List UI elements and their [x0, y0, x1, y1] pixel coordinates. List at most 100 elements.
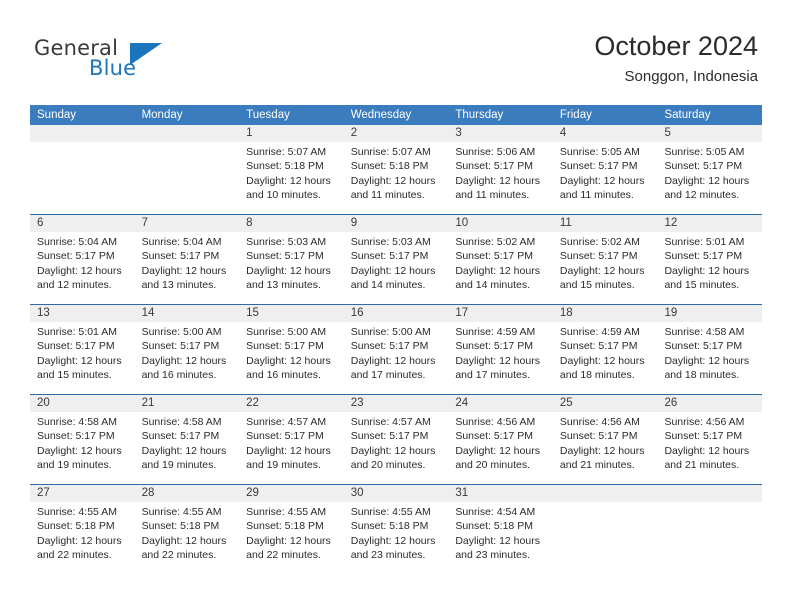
day-number[interactable]: 19 [657, 305, 762, 322]
day-cell[interactable]: Sunrise: 5:03 AM Sunset: 5:17 PM Daylight:… [239, 232, 344, 304]
day-cell[interactable]: Sunrise: 4:59 AM Sunset: 5:17 PM Daylight:… [553, 322, 658, 394]
day-number[interactable]: 5 [657, 125, 762, 142]
day-cell[interactable]: Sunrise: 5:03 AM Sunset: 5:17 PM Daylight:… [344, 232, 449, 304]
day-cell[interactable]: Sunrise: 4:58 AM Sunset: 5:17 PM Daylight:… [657, 322, 762, 394]
day-cell[interactable]: Sunrise: 4:55 AM Sunset: 5:18 PM Daylight:… [30, 502, 135, 574]
day-number[interactable]: 1 [239, 125, 344, 142]
day-number[interactable]: 13 [30, 305, 135, 322]
day-number[interactable]: 28 [135, 485, 240, 502]
day-number[interactable]: 31 [448, 485, 553, 502]
weekday-header-thursday: Thursday [455, 109, 504, 121]
day-detail-line: and 17 minutes. [350, 369, 426, 382]
day-cell[interactable]: Sunrise: 4:57 AM Sunset: 5:17 PM Daylight:… [239, 412, 344, 484]
day-detail-line: Daylight: 12 hours [350, 444, 436, 457]
day-cell[interactable]: Sunrise: 4:56 AM Sunset: 5:17 PM Daylight:… [553, 412, 658, 484]
day-detail-line: and 19 minutes. [246, 459, 321, 472]
day-number[interactable]: 21 [135, 395, 240, 412]
day-detail-line: and 11 minutes. [350, 189, 425, 202]
day-cell[interactable]: Sunrise: 5:04 AM Sunset: 5:17 PM Daylight:… [135, 232, 240, 304]
day-number[interactable]: 3 [448, 125, 553, 142]
day-cell[interactable]: Sunrise: 5:07 AM Sunset: 5:18 PM Daylight:… [239, 142, 344, 214]
day-cell[interactable]: Sunrise: 5:00 AM Sunset: 5:17 PM Daylight:… [239, 322, 344, 394]
day-number[interactable]: 20 [30, 395, 135, 412]
day-detail-line: Daylight: 12 hours [141, 354, 227, 367]
day-number[interactable]: 6 [30, 215, 135, 232]
day-number-empty [30, 125, 135, 142]
day-number[interactable]: 27 [30, 485, 135, 502]
logo-text-blue: Blue [89, 56, 137, 80]
day-cell[interactable]: Sunrise: 4:59 AM Sunset: 5:17 PM Daylight:… [448, 322, 553, 394]
day-number[interactable]: 23 [344, 395, 449, 412]
day-cell[interactable]: Sunrise: 4:56 AM Sunset: 5:17 PM Daylight:… [657, 412, 762, 484]
day-cell[interactable]: Sunrise: 5:02 AM Sunset: 5:17 PM Daylight:… [553, 232, 658, 304]
day-detail-line: Sunset: 5:18 PM [141, 520, 220, 533]
day-cell[interactable]: Sunrise: 5:00 AM Sunset: 5:17 PM Daylight:… [135, 322, 240, 394]
day-number[interactable]: 11 [553, 215, 658, 232]
day-detail-line: Sunset: 5:18 PM [246, 520, 324, 533]
day-cell[interactable]: Sunrise: 5:07 AM Sunset: 5:18 PM Daylight:… [344, 142, 449, 214]
day-number[interactable]: 15 [239, 305, 344, 322]
day-number[interactable]: 24 [448, 395, 553, 412]
day-detail-line: and 22 minutes. [141, 549, 217, 562]
day-cell[interactable]: Sunrise: 4:58 AM Sunset: 5:17 PM Daylight:… [135, 412, 240, 484]
day-cell[interactable]: Sunrise: 5:04 AM Sunset: 5:17 PM Daylight:… [30, 232, 135, 304]
calendar-grid: Sunday Monday Tuesday Wednesday Thursday Frid… [30, 105, 762, 574]
day-detail-line: Daylight: 12 hours [141, 444, 227, 457]
day-detail-line: Daylight: 12 hours [246, 534, 331, 547]
day-detail-line: and 16 minutes. [246, 369, 321, 382]
day-cell[interactable]: Sunrise: 4:55 AM Sunset: 5:18 PM Daylight:… [344, 502, 449, 574]
day-cell[interactable]: Sunrise: 5:01 AM Sunset: 5:17 PM Daylight:… [657, 232, 762, 304]
day-number[interactable]: 7 [135, 215, 240, 232]
day-cell[interactable]: Sunrise: 5:02 AM Sunset: 5:17 PM Daylight:… [448, 232, 553, 304]
day-number[interactable]: 2 [344, 125, 449, 142]
day-detail-line: and 15 minutes. [559, 279, 635, 292]
day-cell[interactable]: Sunrise: 5:05 AM Sunset: 5:17 PM Daylight:… [553, 142, 658, 214]
day-detail-line: and 14 minutes. [455, 279, 531, 292]
day-cell[interactable]: Sunrise: 5:06 AM Sunset: 5:17 PM Daylight:… [448, 142, 553, 214]
day-detail-line: Sunset: 5:18 PM [246, 160, 324, 173]
day-detail-line: Daylight: 12 hours [455, 264, 540, 277]
day-detail-line: Sunrise: 4:58 AM [141, 416, 222, 428]
day-number[interactable]: 16 [344, 305, 449, 322]
day-cell[interactable]: Sunrise: 4:55 AM Sunset: 5:18 PM Daylight:… [239, 502, 344, 574]
day-detail-line: Sunrise: 5:07 AM [350, 146, 431, 158]
day-cell[interactable]: Sunrise: 5:01 AM Sunset: 5:17 PM Daylight:… [30, 322, 135, 394]
day-number[interactable]: 17 [448, 305, 553, 322]
day-detail-line: Sunset: 5:17 PM [559, 340, 638, 353]
day-cell[interactable]: Sunrise: 5:05 AM Sunset: 5:17 PM Daylight:… [657, 142, 762, 214]
day-cell[interactable]: Sunrise: 5:00 AM Sunset: 5:17 PM Daylight:… [344, 322, 449, 394]
day-cell[interactable]: Sunrise: 4:55 AM Sunset: 5:18 PM Daylight:… [135, 502, 240, 574]
day-number[interactable]: 26 [657, 395, 762, 412]
day-detail-line: and 15 minutes. [664, 279, 740, 292]
calendar-week-row: 13 14 15 16 17 18 19 Sunrise: 5:01 AM Sunset: 5:… [30, 304, 762, 394]
day-number[interactable]: 30 [344, 485, 449, 502]
weekday-header-wednesday: Wednesday [350, 109, 412, 121]
day-detail-line: Sunset: 5:17 PM [246, 340, 324, 353]
day-detail-line: Sunrise: 5:03 AM [246, 236, 327, 248]
day-detail-line: Sunset: 5:17 PM [141, 250, 220, 263]
day-number[interactable]: 25 [553, 395, 658, 412]
day-cell[interactable]: Sunrise: 4:54 AM Sunset: 5:18 PM Daylight:… [448, 502, 553, 574]
day-detail-line: Sunrise: 4:59 AM [559, 326, 640, 338]
day-detail-line: Daylight: 12 hours [141, 534, 227, 547]
day-cell[interactable]: Sunrise: 4:58 AM Sunset: 5:17 PM Daylight:… [30, 412, 135, 484]
day-detail-line: Sunrise: 4:59 AM [455, 326, 536, 338]
day-detail-line: Sunset: 5:17 PM [246, 250, 324, 263]
day-number[interactable]: 22 [239, 395, 344, 412]
day-number[interactable]: 14 [135, 305, 240, 322]
day-detail-line: Sunset: 5:17 PM [455, 340, 533, 353]
day-number[interactable]: 29 [239, 485, 344, 502]
day-number[interactable]: 9 [344, 215, 449, 232]
day-detail-line: Daylight: 12 hours [455, 174, 540, 187]
day-number[interactable]: 8 [239, 215, 344, 232]
day-detail-line: Daylight: 12 hours [141, 264, 227, 277]
page-subtitle: Songgon, Indonesia [624, 68, 758, 85]
day-cell[interactable]: Sunrise: 4:56 AM Sunset: 5:17 PM Daylight:… [448, 412, 553, 484]
day-cell-empty [30, 142, 135, 214]
day-number[interactable]: 10 [448, 215, 553, 232]
day-detail-line: and 13 minutes. [141, 279, 217, 292]
day-number[interactable]: 18 [553, 305, 658, 322]
day-cell[interactable]: Sunrise: 4:57 AM Sunset: 5:17 PM Daylight:… [344, 412, 449, 484]
day-number[interactable]: 4 [553, 125, 658, 142]
day-number[interactable]: 12 [657, 215, 762, 232]
